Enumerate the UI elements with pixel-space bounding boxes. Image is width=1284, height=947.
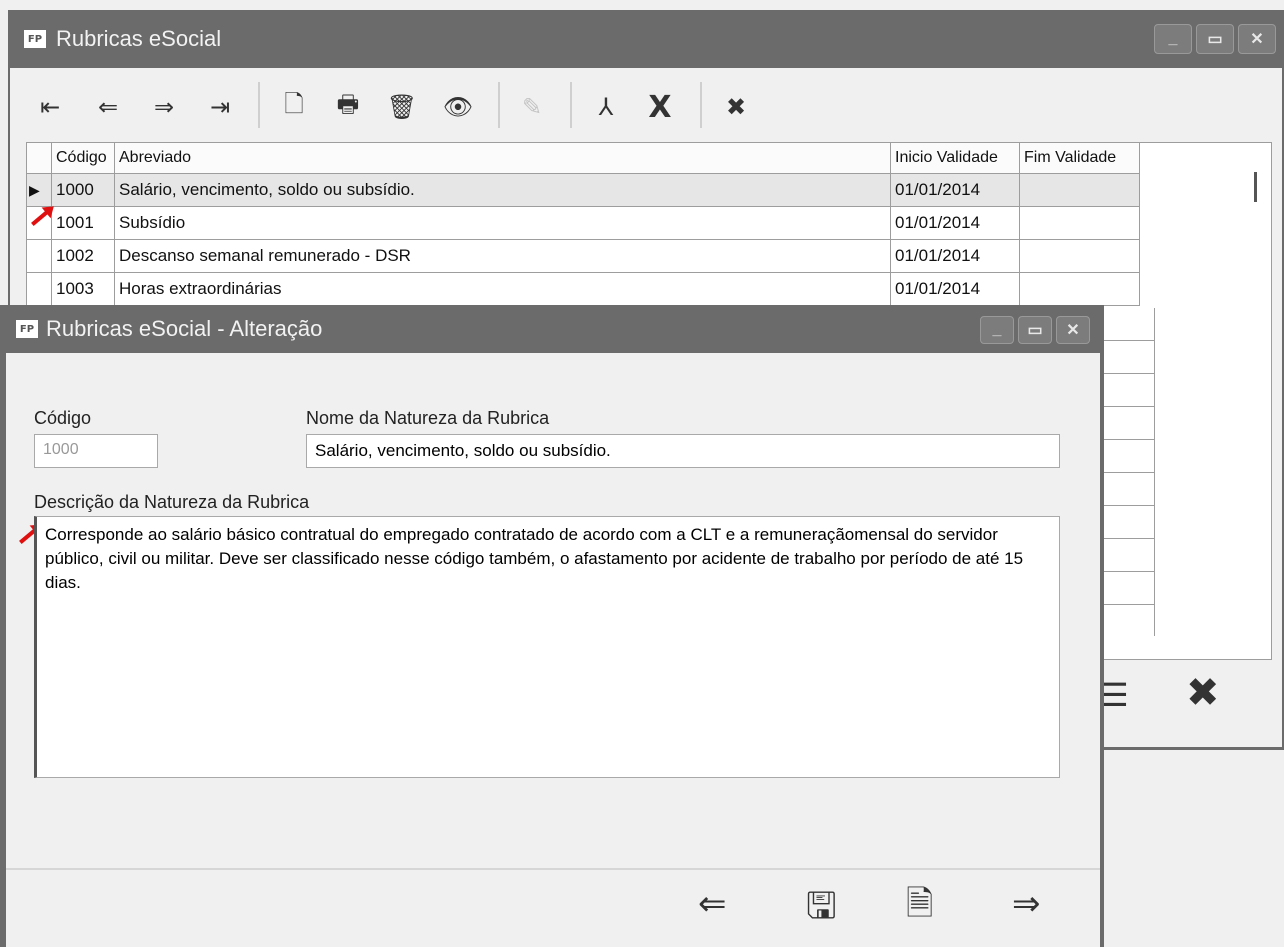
print-button[interactable]: 🖶 (330, 90, 366, 122)
toolbar-separator (258, 82, 260, 128)
main-titlebar[interactable]: FP Rubricas eSocial _ ▭ ✕ (10, 10, 1282, 68)
column-header-fim-validade[interactable]: Fim Validade (1019, 142, 1140, 174)
maximize-button[interactable]: ▭ (1196, 24, 1234, 54)
cell-abreviado[interactable]: Salário, vencimento, soldo ou subsídio. (114, 173, 891, 207)
dialog-title: Rubricas eSocial - Alteração (46, 316, 323, 341)
cell-inicio[interactable]: 01/01/2014 (890, 206, 1020, 240)
row-indicator (26, 239, 52, 273)
view-button[interactable]: 👁 (438, 92, 478, 122)
descricao-textarea[interactable]: Corresponde ao salário básico contratual… (34, 516, 1060, 778)
first-record-button[interactable]: ⇤ (30, 92, 70, 122)
close-form-button[interactable]: ✖ (716, 92, 756, 122)
app-badge: FP (24, 30, 46, 48)
table-row[interactable]: ▶ 1000 Salário, vencimento, soldo ou sub… (26, 173, 1140, 207)
column-header-inicio-validade[interactable]: Inicio Validade (890, 142, 1020, 174)
cell-codigo[interactable]: 1001 (51, 206, 115, 240)
cell-abreviado[interactable]: Subsídio (114, 206, 891, 240)
next-record-button[interactable]: ⇒ (144, 92, 184, 122)
dialog-minimize-button[interactable]: _ (980, 316, 1014, 344)
last-record-button[interactable]: ⇥ (200, 92, 240, 122)
dialog-maximize-button[interactable]: ▭ (1018, 316, 1052, 344)
next-button[interactable]: ⇒ (1012, 884, 1041, 924)
dialog-titlebar[interactable]: FP Rubricas eSocial - Alteração _ ▭ ✕ (0, 305, 1104, 353)
toolbar-separator (700, 82, 702, 128)
cell-fim[interactable] (1019, 173, 1140, 207)
cell-inicio[interactable]: 01/01/2014 (890, 239, 1020, 273)
cell-abreviado[interactable]: Horas extraordinárias (114, 272, 891, 306)
cell-codigo[interactable]: 1002 (51, 239, 115, 273)
table-row[interactable]: 1001 Subsídio 01/01/2014 (26, 206, 1140, 240)
new-document-button[interactable]: 🗋 (276, 90, 312, 122)
column-header-abreviado[interactable]: Abreviado (114, 142, 891, 174)
cell-abreviado[interactable]: Descanso semanal remunerado - DSR (114, 239, 891, 273)
cell-codigo[interactable]: 1000 (51, 173, 115, 207)
delete-button[interactable]: 🗑 (384, 92, 420, 122)
codigo-label: Código (34, 408, 92, 428)
dialog-app-badge: FP (16, 320, 38, 338)
nome-field[interactable]: Salário, vencimento, soldo ou subsídio. (306, 434, 1060, 468)
nome-label: Nome da Natureza da Rubrica (306, 408, 550, 428)
grid-header-row: Código Abreviado Inicio Validade Fim Val… (26, 142, 1140, 174)
indicator-header (26, 142, 52, 174)
column-header-codigo[interactable]: Código (51, 142, 115, 174)
window-title: Rubricas eSocial (56, 26, 222, 51)
save-button[interactable]: 🖫 (806, 880, 837, 941)
cell-fim[interactable] (1019, 272, 1140, 306)
previous-record-button[interactable]: ⇐ (88, 92, 128, 122)
cell-codigo[interactable]: 1003 (51, 272, 115, 306)
previous-button[interactable]: ⇐ (698, 884, 727, 924)
descricao-label: Descrição da Natureza da Rubrica (34, 492, 310, 512)
row-indicator (26, 272, 52, 306)
dialog-close-button[interactable]: ✕ (1056, 316, 1090, 344)
toolbar-separator (570, 82, 572, 128)
cell-inicio[interactable]: 01/01/2014 (890, 173, 1020, 207)
cell-fim[interactable] (1019, 206, 1140, 240)
codigo-field[interactable]: 1000 (34, 434, 158, 468)
cancel-document-button[interactable]: 🗎 (906, 880, 933, 937)
pdf-button[interactable]: ⅄ (586, 92, 626, 122)
cell-fim[interactable] (1019, 239, 1140, 273)
grid-scrollbar-thumb[interactable] (1254, 172, 1257, 202)
close-window-button[interactable]: ✕ (1238, 24, 1276, 54)
dialog-footer-divider (6, 868, 1100, 870)
minimize-button[interactable]: _ (1154, 24, 1192, 54)
toolbar-separator (498, 82, 500, 128)
edit-button[interactable]: ✎ (514, 92, 550, 122)
table-row[interactable]: 1003 Horas extraordinárias 01/01/2014 (26, 272, 1140, 306)
rubricas-grid: Código Abreviado Inicio Validade Fim Val… (26, 142, 1140, 306)
table-row[interactable]: 1002 Descanso semanal remunerado - DSR 0… (26, 239, 1140, 273)
close-form-footer-button[interactable]: ✖ (1186, 670, 1220, 716)
empty-grid-rows (1098, 308, 1155, 636)
cell-inicio[interactable]: 01/01/2014 (890, 272, 1020, 306)
list-icon[interactable]: ☰ (1100, 676, 1129, 714)
excel-button[interactable]: X (642, 90, 678, 125)
